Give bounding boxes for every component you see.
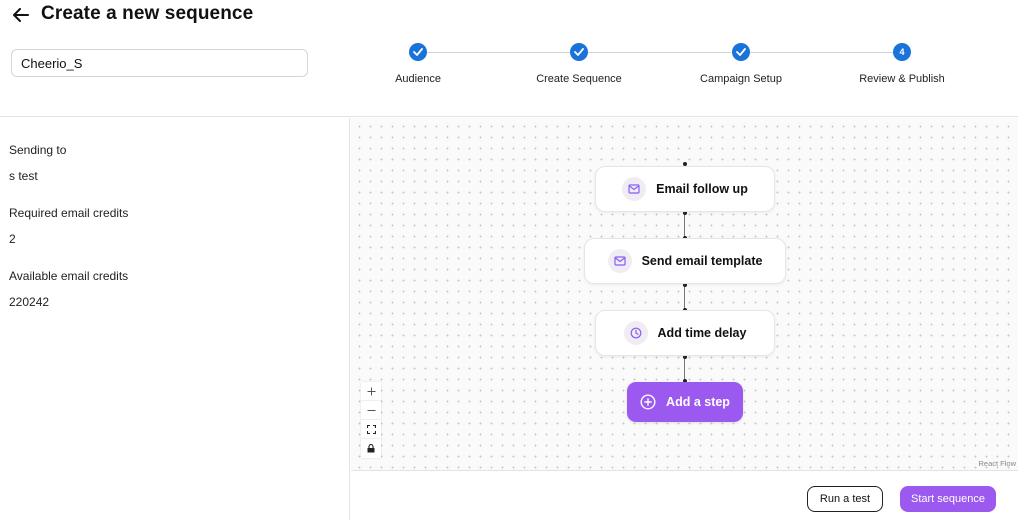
footer-actions: Run a test Start sequence (351, 472, 1018, 520)
flow-node-send-email-template[interactable]: Send email template (584, 238, 786, 284)
page-header: Create a new sequence Audience Create Se… (0, 0, 1018, 117)
flow-edge (684, 284, 685, 310)
available-credits-value: 220242 (9, 295, 50, 309)
available-credits-label: Available email credits (9, 269, 129, 283)
clock-icon (630, 327, 641, 339)
node-icon-wrapper (607, 249, 632, 273)
step-label: Audience (395, 73, 441, 85)
flow-node-add-time-delay[interactable]: Add time delay (595, 310, 775, 356)
fit-view-icon (366, 424, 376, 434)
node-label: Add time delay (657, 326, 747, 340)
node-label: Email follow up (656, 182, 748, 196)
add-step-button[interactable]: Add a step (627, 382, 743, 422)
fit-view-button[interactable] (361, 420, 381, 439)
node-icon-wrapper (622, 177, 647, 201)
summary-panel: Sending to s test Required email credits… (0, 118, 350, 520)
step-label: Campaign Setup (700, 73, 782, 85)
check-icon (574, 48, 584, 56)
step-completed-indicator (570, 43, 588, 61)
node-label: Send email template (641, 254, 763, 268)
run-test-button[interactable]: Run a test (807, 486, 883, 512)
flow-edge (684, 212, 685, 238)
step-completed-indicator (732, 43, 750, 61)
sending-to-value: s test (9, 169, 38, 183)
step-audience[interactable]: Audience (338, 43, 498, 85)
step-label: Review & Publish (859, 73, 945, 85)
step-campaign-setup[interactable]: Campaign Setup (661, 43, 821, 85)
start-sequence-button[interactable]: Start sequence (900, 486, 996, 512)
flow-canvas[interactable]: Email follow up Send email template Add … (351, 118, 1018, 471)
flow-node-email-follow-up[interactable]: Email follow up (595, 166, 775, 212)
step-completed-indicator (409, 43, 427, 61)
step-review-publish[interactable]: 4 Review & Publish (822, 43, 982, 85)
zoom-in-button[interactable] (361, 382, 381, 401)
progress-stepper: Audience Create Sequence Campaign Setup … (0, 0, 1018, 100)
zoom-out-button[interactable] (361, 401, 381, 420)
sending-to-label: Sending to (9, 143, 67, 157)
check-icon (736, 48, 746, 56)
canvas-controls (361, 382, 381, 458)
react-flow-attribution[interactable]: React Flow (978, 459, 1016, 468)
check-icon (413, 48, 423, 56)
step-create-sequence[interactable]: Create Sequence (499, 43, 659, 85)
minus-icon (367, 409, 375, 411)
step-number-indicator: 4 (893, 43, 911, 61)
plus-circle-icon (640, 394, 656, 410)
mail-icon (628, 184, 640, 194)
step-label: Create Sequence (536, 73, 622, 85)
mail-icon (613, 256, 626, 266)
lock-icon (367, 444, 375, 453)
required-credits-value: 2 (9, 232, 16, 246)
add-step-label: Add a step (666, 395, 730, 409)
required-credits-label: Required email credits (9, 206, 129, 220)
lock-button[interactable] (361, 439, 381, 458)
node-icon-wrapper (623, 321, 648, 345)
plus-icon (367, 387, 375, 395)
